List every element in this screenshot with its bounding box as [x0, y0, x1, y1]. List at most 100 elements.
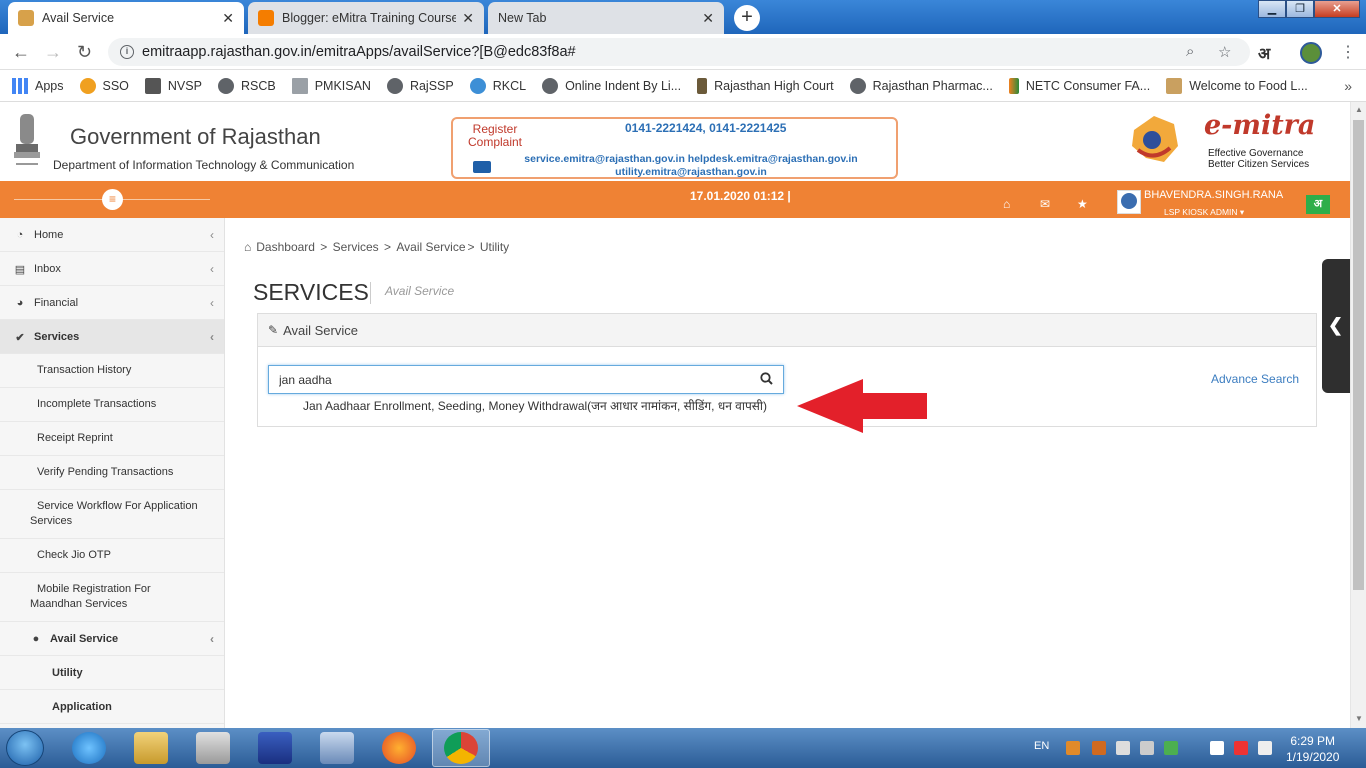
service-search-input[interactable]: [269, 366, 749, 393]
sidebar-item-financial[interactable]: ◕ Financial ‹: [0, 286, 224, 320]
breadcrumb-utility: Utility: [479, 240, 510, 254]
minimize-button[interactable]: ▁: [1258, 0, 1286, 18]
close-icon[interactable]: ✕: [702, 10, 714, 27]
system-clock[interactable]: 6:29 PM 1/19/2020: [1286, 733, 1339, 765]
file-explorer-icon[interactable]: [134, 732, 168, 764]
scroll-thumb[interactable]: [1353, 120, 1364, 590]
app-z-icon[interactable]: [258, 732, 292, 764]
sidebar-item-avail-service[interactable]: ● Avail Service ‹: [0, 622, 224, 656]
signal-icon[interactable]: [1210, 741, 1224, 755]
sidebar-toggle-menu-icon[interactable]: ≡: [102, 189, 123, 210]
emitra-tagline: Effective Governance Better Citizen Serv…: [1208, 148, 1310, 170]
maximize-button[interactable]: ❐: [1286, 0, 1314, 18]
bookmark-online-indent[interactable]: Online Indent By Li...: [542, 77, 681, 94]
tab-title: Avail Service: [42, 11, 115, 25]
sidebar-item-transaction-history[interactable]: Transaction History: [0, 354, 224, 388]
right-panel-toggle[interactable]: ❮: [1322, 259, 1350, 393]
tab-avail-service[interactable]: Avail Service ✕: [8, 2, 244, 34]
emitra-wordmark: e-mitra: [1204, 110, 1316, 141]
chevron-left-icon: ‹: [210, 295, 214, 310]
tray-app-icon[interactable]: [1092, 741, 1106, 755]
sidebar-item-services[interactable]: ✔ Services ‹: [0, 320, 224, 354]
search-icon[interactable]: [760, 372, 773, 385]
sidebar-item-inbox[interactable]: ▤ Inbox ‹: [0, 252, 224, 286]
forward-arrow-icon[interactable]: →: [44, 42, 62, 63]
breadcrumb-avail-service[interactable]: Avail Service: [396, 240, 465, 254]
scroll-up-icon[interactable]: ▲: [1355, 105, 1363, 114]
page-scrollbar[interactable]: ▲ ▼: [1350, 102, 1366, 728]
user-role-dropdown[interactable]: LSP KIOSK ADMIN ▾: [1164, 207, 1244, 218]
check-circle-icon: ✔: [15, 331, 25, 344]
start-button[interactable]: [6, 730, 44, 766]
firefox-icon[interactable]: [382, 732, 416, 764]
close-icon[interactable]: ✕: [222, 10, 234, 27]
autocomplete-suggestion[interactable]: Jan Aadhaar Enrollment, Seeding, Money W…: [303, 397, 767, 414]
breadcrumb-dashboard[interactable]: Dashboard: [256, 240, 315, 254]
bookmark-netc[interactable]: NETC Consumer FA...: [1008, 77, 1150, 94]
tray-app-icon[interactable]: [1140, 741, 1154, 755]
menu-kebab-icon[interactable]: ⋮: [1340, 42, 1356, 62]
url-field[interactable]: i emitraapp.rajasthan.gov.in/emitraApps/…: [108, 38, 1250, 66]
bookmark-sso[interactable]: SSO: [79, 77, 129, 94]
sidebar-item-verify-pending[interactable]: Verify Pending Transactions: [0, 456, 224, 490]
tray-app-icon[interactable]: [1116, 741, 1130, 755]
tab-title: Blogger: eMitra Training Course -: [282, 11, 457, 25]
info-icon[interactable]: i: [120, 45, 134, 59]
close-icon[interactable]: ✕: [462, 10, 474, 27]
sidebar-item-home[interactable]: ◔ Home ‹: [0, 218, 224, 252]
username[interactable]: BHAVENDRA.SINGH.RANA: [1144, 189, 1283, 201]
scanner-icon[interactable]: [320, 732, 354, 764]
tab-blogger[interactable]: Blogger: eMitra Training Course - ✕: [248, 2, 484, 34]
zoom-icon[interactable]: ⌕: [1186, 43, 1194, 60]
input-language[interactable]: EN: [1034, 740, 1049, 752]
new-tab-button[interactable]: +: [734, 5, 760, 31]
sidebar-item-receipt-reprint[interactable]: Receipt Reprint: [0, 422, 224, 456]
advance-search-link[interactable]: Advance Search: [1211, 372, 1299, 386]
sidebar-item-service-workflow[interactable]: Service Workflow For Application Service…: [0, 490, 224, 539]
sidebar-item-utility[interactable]: Utility: [0, 656, 224, 690]
bookmark-rkcl[interactable]: RKCL: [469, 77, 526, 94]
dashboard-icon: ◔: [16, 228, 24, 241]
home-icon[interactable]: ⌂: [1003, 197, 1010, 211]
language-toggle-button[interactable]: अ: [1306, 195, 1330, 214]
volume-icon[interactable]: [1258, 741, 1272, 755]
mail-icon[interactable]: ✉: [1040, 197, 1050, 211]
star-icon[interactable]: ★: [1077, 197, 1088, 211]
sidebar-item-application[interactable]: Application: [0, 690, 224, 724]
hindi-translate-button[interactable]: अ: [1258, 42, 1270, 64]
tray-app-icon[interactable]: [1066, 741, 1080, 755]
sidebar-item-incomplete-transactions[interactable]: Incomplete Transactions: [0, 388, 224, 422]
chevron-more-icon[interactable]: »: [1344, 78, 1352, 94]
bookmark-apps[interactable]: Apps: [12, 77, 64, 94]
service-search-box: [268, 365, 784, 394]
tab-new-tab[interactable]: New Tab ✕: [488, 2, 724, 34]
register-complaint-link[interactable]: Register Complaint: [465, 123, 525, 149]
internet-explorer-icon[interactable]: [72, 732, 106, 764]
bookmark-rscb[interactable]: RSCB: [217, 77, 276, 94]
reload-icon[interactable]: ↻: [77, 42, 92, 63]
bookmark-star-icon[interactable]: ☆: [1218, 43, 1231, 61]
breadcrumb-services[interactable]: Services: [333, 240, 379, 254]
back-arrow-icon[interactable]: ←: [12, 42, 30, 63]
bookmark-food[interactable]: Welcome to Food L...: [1166, 77, 1308, 94]
bookmark-high-court[interactable]: Rajasthan High Court: [697, 77, 834, 94]
server-datetime: 17.01.2020 01:12 |: [690, 189, 791, 203]
national-emblem-icon: [14, 114, 40, 165]
window-close-button[interactable]: ✕: [1314, 0, 1360, 18]
bookmark-nvsp[interactable]: NVSP: [144, 77, 202, 94]
rkcl-icon: [469, 77, 486, 94]
extension-icon[interactable]: [1300, 42, 1322, 64]
tray-chart-icon[interactable]: [1164, 741, 1178, 755]
site-header: Government of Rajasthan Department of In…: [0, 102, 1350, 181]
sidebar-item-check-jio-otp[interactable]: Check Jio OTP: [0, 539, 224, 573]
media-player-icon[interactable]: [196, 732, 230, 764]
sidebar-item-mobile-registration[interactable]: Mobile Registration For Maandhan Service…: [0, 573, 224, 622]
network-icon[interactable]: [1234, 741, 1248, 755]
scroll-down-icon[interactable]: ▼: [1355, 714, 1363, 723]
bookmark-pmkisan[interactable]: PMKISAN: [291, 77, 371, 94]
bookmark-rajssp[interactable]: RajSSP: [386, 77, 454, 94]
avatar[interactable]: [1117, 190, 1141, 214]
tab-title: New Tab: [498, 11, 547, 25]
helpdesk-emails: service.emitra@rajasthan.gov.in helpdesk…: [524, 153, 858, 178]
bookmark-pharmacy[interactable]: Rajasthan Pharmac...: [849, 77, 993, 94]
